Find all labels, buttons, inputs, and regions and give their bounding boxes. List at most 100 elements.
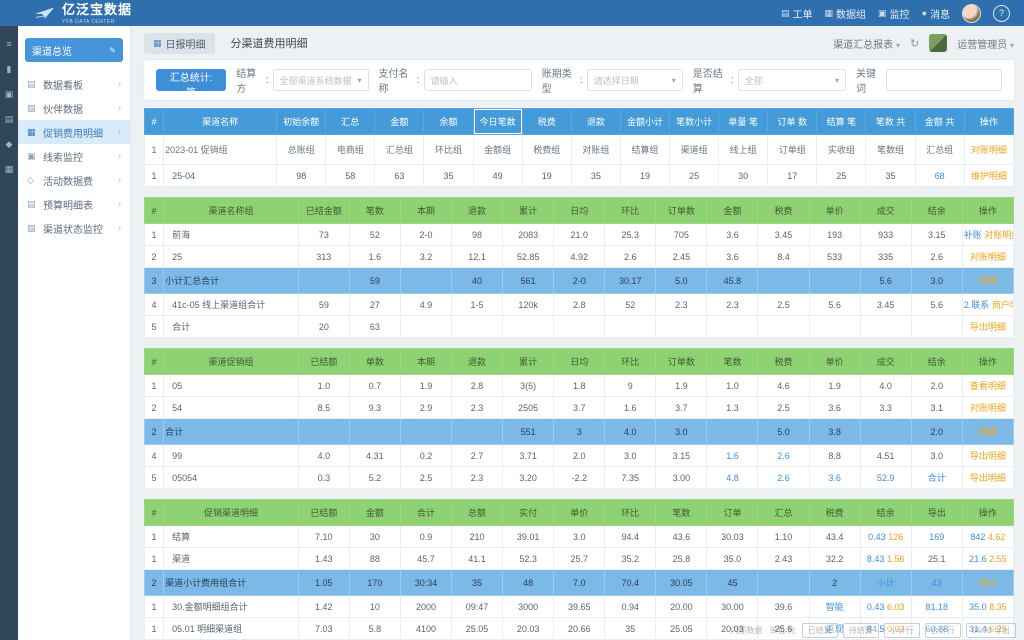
cell-link[interactable]: 导出明细 <box>970 322 1006 332</box>
navbar-avatar[interactable] <box>962 4 981 23</box>
column-header[interactable]: 笔数 <box>349 198 400 224</box>
column-header[interactable]: 总额 <box>452 500 503 526</box>
settlement-party-select[interactable]: 全部渠道系统数据 ▾ <box>273 69 369 91</box>
column-header[interactable]: # <box>145 349 164 375</box>
column-header[interactable]: 订单 数 <box>768 109 817 135</box>
subtotal-row[interactable]: 2合计55134.03.05.03.82.0明细 <box>145 419 1014 445</box>
cell-link[interactable]: 1.6 <box>726 451 739 461</box>
column-header[interactable]: 订单数 <box>656 198 707 224</box>
cell-link[interactable]: 对账明细 <box>970 403 1006 413</box>
column-header[interactable]: 笔数 <box>707 349 758 375</box>
cell-link[interactable]: 8.43 <box>867 554 885 564</box>
user-menu[interactable]: 运营管理员 ▾ <box>957 36 1014 51</box>
sidebar-item[interactable]: ▧ 伙伴数据 › <box>18 96 130 120</box>
column-header[interactable]: 日均 <box>554 349 605 375</box>
navbar-item[interactable]: ●消息 <box>922 6 950 21</box>
sidebar-item[interactable]: ◇ 活动数据费 › <box>18 168 130 192</box>
cell-link[interactable]: 2.55 <box>989 554 1007 564</box>
column-header[interactable]: 订单 <box>707 500 758 526</box>
column-header[interactable]: # <box>145 198 164 224</box>
layers-icon[interactable]: ▤ <box>5 115 14 124</box>
column-header[interactable]: 累计 <box>503 349 554 375</box>
column-header[interactable]: 导出 <box>911 500 962 526</box>
pin-icon[interactable]: ◆ <box>6 140 13 149</box>
column-header[interactable]: 操作 <box>964 109 1013 135</box>
column-header[interactable]: 已结额 <box>298 500 349 526</box>
column-header[interactable]: 金额 <box>349 500 400 526</box>
column-header[interactable]: 成交 <box>860 198 911 224</box>
column-header[interactable]: 退款 <box>571 109 620 135</box>
column-header[interactable]: 退款 <box>452 198 503 224</box>
cell-link[interactable]: 查看明细 <box>970 381 1006 391</box>
brand[interactable]: 亿泛宝数据 YFB DATA CENTER <box>0 1 132 25</box>
column-header[interactable]: 促销渠道明细 <box>164 500 299 526</box>
refresh-icon[interactable]: ↻ <box>910 37 919 50</box>
search-button[interactable]: 汇总统计:笔 <box>156 69 226 91</box>
cell-link[interactable]: 对账明细 <box>970 252 1006 262</box>
column-header[interactable]: 结余 <box>860 500 911 526</box>
cell-link[interactable]: 6.03 <box>887 602 905 612</box>
column-header[interactable]: 单量 笔 <box>719 109 768 135</box>
column-header[interactable]: 税费 <box>809 500 860 526</box>
sidebar-active-channel[interactable]: 渠道总览 ✎ <box>25 38 123 62</box>
cell-link[interactable]: 0.43 <box>868 532 886 542</box>
column-header[interactable]: 单价 <box>554 500 605 526</box>
cell-link[interactable]: 3.6 <box>828 473 841 483</box>
column-header[interactable]: 汇总 <box>758 500 809 526</box>
column-header[interactable]: 税费 <box>522 109 571 135</box>
column-header[interactable]: 累计 <box>503 198 554 224</box>
cell-link[interactable]: 对账明细 <box>984 230 1013 240</box>
cell-link[interactable]: 52.9 <box>877 473 895 483</box>
column-header[interactable]: 渠道名称 <box>164 109 277 135</box>
cell-link[interactable]: 导出明细 <box>970 473 1006 483</box>
column-header[interactable]: 单数 <box>349 349 400 375</box>
column-header[interactable]: 合计 <box>400 500 451 526</box>
column-header[interactable]: 笔数 共 <box>866 109 915 135</box>
cell-link[interactable]: 842 <box>970 532 985 542</box>
cell-link[interactable]: 4.8 <box>726 473 739 483</box>
period-type-select[interactable]: 请选择日期 ▾ <box>587 69 683 91</box>
column-header[interactable]: 环比 <box>605 349 656 375</box>
cell-link[interactable]: 126 <box>888 532 903 542</box>
column-header[interactable]: 结余 <box>911 198 962 224</box>
menu-icon[interactable]: ≡ <box>6 40 11 49</box>
column-header[interactable]: 本期 <box>400 198 451 224</box>
column-header[interactable]: 结余 <box>911 349 962 375</box>
column-header[interactable]: 余额 <box>424 109 473 135</box>
cell-link[interactable]: 2.联系 <box>964 300 990 310</box>
column-header[interactable]: # <box>145 500 164 526</box>
report-range-select[interactable]: 渠道汇总报表 ▾ <box>833 36 900 51</box>
column-header[interactable]: 环比 <box>605 500 656 526</box>
help-circle-icon[interactable]: ? <box>993 5 1010 22</box>
user-avatar[interactable] <box>929 34 947 52</box>
navbar-item[interactable]: ▦数据组 <box>825 6 867 21</box>
tab-daily-report[interactable]: ▦ 日报明细 <box>144 33 215 54</box>
column-header[interactable]: 金额小计 <box>620 109 669 135</box>
cell-link[interactable]: 小计 <box>877 578 895 588</box>
column-header[interactable]: 初始余额 <box>277 109 326 135</box>
column-header[interactable]: 渠道名称组 <box>164 198 299 224</box>
cell-link[interactable]: 169 <box>929 532 944 542</box>
cell-link[interactable]: 合计 <box>928 473 946 483</box>
column-header[interactable]: 金额 <box>707 198 758 224</box>
column-header[interactable]: 订单数 <box>656 349 707 375</box>
cell-link[interactable]: 对账明细 <box>971 145 1007 155</box>
keyword-input[interactable] <box>886 69 1002 91</box>
column-header[interactable]: 汇总 <box>326 109 375 135</box>
column-header[interactable]: 操作 <box>962 198 1013 224</box>
navbar-item[interactable]: ▣监控 <box>878 6 910 21</box>
column-header[interactable]: 税费 <box>758 349 809 375</box>
column-header[interactable]: 操作 <box>962 349 1013 375</box>
sidebar-item[interactable]: ▤ 预算明细表 › <box>18 192 130 216</box>
cell-link[interactable]: 智能 <box>826 602 844 612</box>
cell-link[interactable]: 68 <box>935 171 945 181</box>
cell-link[interactable]: 明细 <box>979 276 997 286</box>
cell-link[interactable]: 1.56 <box>887 554 905 564</box>
column-header[interactable]: 今日笔数 <box>473 109 522 135</box>
cell-link[interactable]: 21.6 <box>969 554 987 564</box>
column-header[interactable]: 单价 <box>809 349 860 375</box>
payment-name-input[interactable]: 请输入 <box>424 69 532 91</box>
edit-icon[interactable]: ✎ <box>109 46 116 55</box>
navbar-item[interactable]: ▤工单 <box>781 6 813 21</box>
sidebar-item[interactable]: ▤ 数据看板 › <box>18 72 130 96</box>
